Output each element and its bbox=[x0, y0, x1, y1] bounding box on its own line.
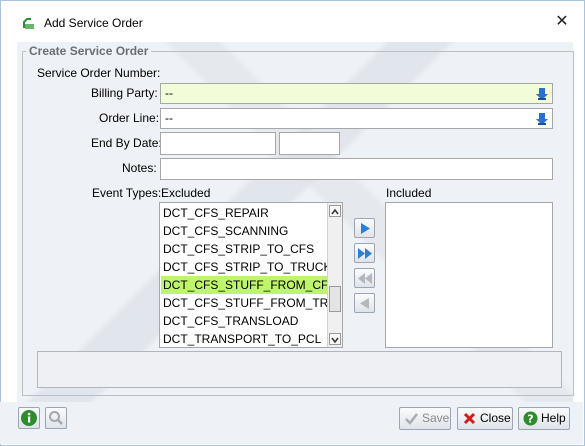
save-label: Save bbox=[422, 411, 450, 425]
service-order-number-label: Service Order Number: bbox=[37, 66, 161, 80]
arrow-left-icon bbox=[360, 298, 369, 309]
inspect-button[interactable] bbox=[45, 407, 67, 429]
billing-party-value: -- bbox=[165, 86, 173, 100]
double-arrow-right-icon bbox=[358, 248, 372, 259]
info-button[interactable] bbox=[18, 407, 40, 429]
excluded-list-item[interactable]: DCT_CFS_STUFF_FROM_TRUCK bbox=[161, 294, 342, 312]
svg-text:?: ? bbox=[527, 413, 533, 426]
red-x-icon bbox=[463, 412, 476, 425]
group-legend: Create Service Order bbox=[26, 44, 152, 58]
notes-input[interactable] bbox=[160, 158, 553, 180]
excluded-list-item[interactable]: DCT_CFS_REPAIR bbox=[161, 204, 327, 222]
magnifier-icon bbox=[49, 411, 63, 425]
scroll-thumb[interactable] bbox=[329, 286, 341, 312]
close-button[interactable]: Close bbox=[457, 407, 513, 430]
checkmark-icon bbox=[405, 413, 418, 425]
excluded-list-item[interactable]: DCT_CFS_STRIP_TO_CFS bbox=[161, 240, 327, 258]
help-button[interactable]: ? Help bbox=[518, 407, 570, 430]
scroll-down-button[interactable] bbox=[329, 333, 341, 345]
help-icon: ? bbox=[523, 411, 538, 426]
close-icon[interactable]: ✕ bbox=[553, 13, 571, 31]
end-by-date-input[interactable] bbox=[160, 132, 276, 155]
window-title: Add Service Order bbox=[44, 16, 143, 30]
chevron-down-icon bbox=[331, 337, 339, 344]
double-arrow-left-icon bbox=[358, 273, 372, 284]
excluded-scrollbar[interactable] bbox=[327, 203, 342, 347]
app-icon bbox=[23, 18, 34, 29]
excluded-list-item[interactable]: DCT_CFS_STUFF_FROM_CFS bbox=[161, 276, 336, 294]
excluded-list-item[interactable]: DCT_CFS_TRANSLOAD bbox=[161, 312, 327, 330]
billing-party-label: Billing Party: bbox=[91, 86, 158, 100]
arrow-right-icon bbox=[361, 223, 370, 234]
move-all-left-button[interactable] bbox=[354, 268, 375, 288]
help-label: Help bbox=[541, 411, 566, 425]
order-line-label: Order Line: bbox=[99, 111, 160, 125]
excluded-list-item[interactable]: DCT_TRANSPORT_TO_PCL bbox=[161, 330, 327, 347]
order-line-value: -- bbox=[165, 111, 173, 125]
event-types-label: Event Types: bbox=[92, 186, 162, 200]
end-by-time-input[interactable] bbox=[279, 132, 340, 155]
move-right-button[interactable] bbox=[354, 218, 375, 238]
included-list[interactable] bbox=[385, 202, 553, 348]
move-all-right-button[interactable] bbox=[354, 243, 375, 263]
excluded-list-item[interactable]: DCT_CFS_STRIP_TO_TRUCK bbox=[161, 258, 331, 276]
billing-party-select[interactable]: -- bbox=[160, 83, 553, 104]
order-line-dropdown-icon[interactable] bbox=[535, 112, 549, 126]
end-by-date-label: End By Date: bbox=[91, 136, 162, 150]
notes-label: Notes: bbox=[122, 161, 157, 175]
included-header: Included bbox=[386, 186, 432, 200]
close-label: Close bbox=[480, 411, 511, 425]
excluded-list[interactable]: DCT_CFS_REPAIR DCT_CFS_SCANNING DCT_CFS_ST… bbox=[159, 202, 343, 348]
excluded-list-item[interactable]: DCT_CFS_SCANNING bbox=[161, 222, 327, 240]
order-line-select[interactable]: -- bbox=[160, 108, 553, 129]
billing-party-dropdown-icon[interactable] bbox=[535, 87, 549, 101]
scroll-up-button[interactable] bbox=[329, 205, 341, 217]
chevron-up-icon bbox=[331, 208, 339, 215]
title-bar[interactable]: Add Service Order ✕ bbox=[1, 1, 584, 43]
info-icon bbox=[21, 410, 37, 426]
excluded-header: Excluded bbox=[161, 186, 211, 200]
message-area bbox=[37, 351, 562, 388]
save-button[interactable]: Save bbox=[399, 407, 451, 430]
move-left-button[interactable] bbox=[354, 293, 375, 313]
